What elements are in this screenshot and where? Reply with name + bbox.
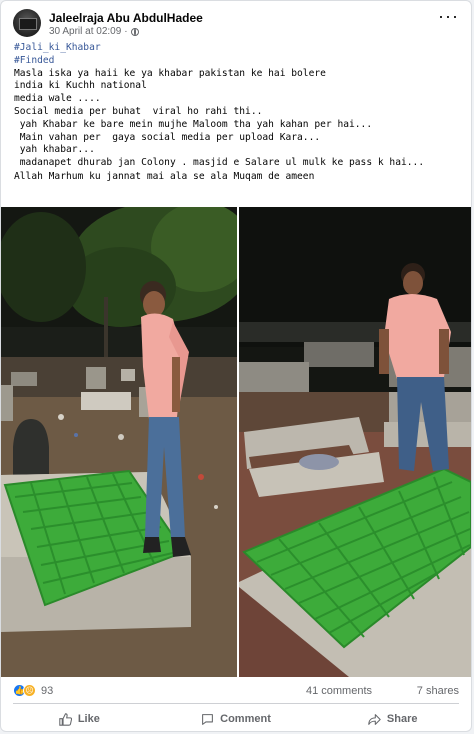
post-text-line: Social media per buhat viral ho rahi thi…	[14, 105, 263, 117]
share-button[interactable]: Share	[314, 706, 471, 731]
comment-count[interactable]: 41 comments	[306, 685, 372, 697]
hashtag-link[interactable]: #Finded	[14, 55, 461, 68]
comment-button[interactable]: Comment	[158, 706, 315, 731]
more-options-icon[interactable]: ···	[438, 7, 459, 25]
share-button-label: Share	[386, 713, 418, 725]
comment-button-label: Comment	[220, 713, 271, 725]
divider	[13, 703, 459, 704]
sad-icon: ☹	[23, 684, 36, 697]
avatar[interactable]	[13, 9, 41, 37]
meta-separator: ·	[124, 26, 128, 37]
author-name[interactable]: Jaleelraja Abu AbdulHadee	[49, 11, 203, 25]
post-text-line: Main vahan per gaya social media per upl…	[14, 131, 321, 143]
share-count[interactable]: 7 shares	[417, 685, 459, 697]
share-icon	[368, 713, 381, 725]
photo-left[interactable]	[1, 207, 237, 677]
post-meta: 30 April at 02:09 ·	[49, 26, 139, 37]
post-card: Jaleelraja Abu AbdulHadee 30 April at 02…	[0, 0, 472, 732]
like-button-label: Like	[77, 713, 100, 725]
post-text: #Jali_ki_Khabar #Finded Masla iska ya ha…	[14, 42, 461, 184]
post-header: Jaleelraja Abu AbdulHadee 30 April at 02…	[13, 7, 459, 39]
hashtag-link[interactable]: #Jali_ki_Khabar	[14, 42, 461, 55]
post-text-line: Masla iska ya haii ke ya khabar pakistan…	[14, 67, 326, 79]
post-text-line: yah Khabar ke bare mein mujhe Maloom tha…	[14, 118, 373, 130]
photo-right[interactable]	[239, 207, 471, 677]
thumbs-up-icon	[59, 712, 72, 726]
post-timestamp[interactable]: 30 April at 02:09	[49, 26, 121, 37]
post-text-line: Allah Marhum ku jannat mai ala se ala Mu…	[14, 170, 315, 182]
post-text-line: yah khabar...	[14, 144, 95, 156]
action-bar: Like Comment Share	[1, 706, 471, 731]
post-text-line: madanapet dhurab jan Colony . masjid e S…	[14, 157, 425, 169]
post-stats: 👍 ☹ 93 41 comments 7 shares	[13, 684, 459, 698]
photo-grid	[1, 207, 471, 677]
reaction-count[interactable]: 93	[41, 685, 53, 697]
post-text-line: india ki Kuchh national	[14, 80, 147, 92]
post-text-line: media wale ....	[14, 93, 101, 105]
like-button[interactable]: Like	[1, 706, 158, 731]
globe-icon	[130, 27, 139, 36]
reaction-icons[interactable]: 👍 ☹	[13, 684, 36, 697]
comment-icon	[202, 713, 214, 725]
